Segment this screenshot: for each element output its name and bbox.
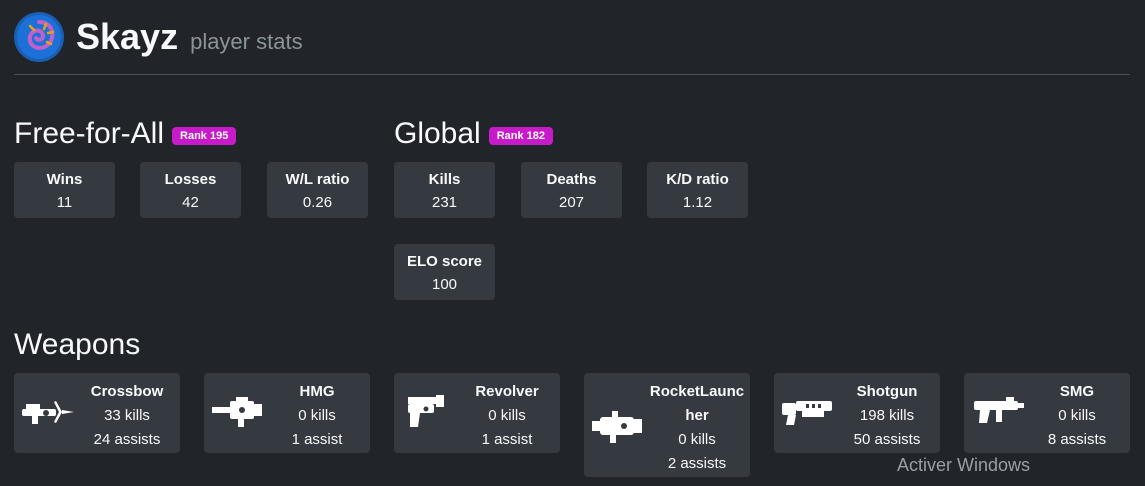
stat-label: W/L ratio [285,171,350,188]
weapon-card-smg: SMG 0 kills 8 assists [964,373,1130,453]
stat-label: Wins [46,171,83,188]
weapon-kills: 198 kills [859,407,915,424]
ffa-rank-badge: Rank 195 [172,127,237,145]
weapon-card-crossbow: Crossbow 33 kills 24 assists [14,373,180,453]
windows-activation-watermark: Activer Windows [897,455,1031,475]
stat-card-elo-score: ELO score 100 [394,244,495,300]
global-rank-badge: Rank 182 [488,127,554,145]
stat-value: 207 [558,194,585,211]
weapon-assists: 2 assists [667,455,727,472]
stat-card-losses: Losses 42 [140,162,241,218]
smg-icon [974,397,1024,423]
weapon-name: Revolver [475,383,539,400]
player-name: Skayz [76,16,179,57]
stat-value: 231 [431,194,458,211]
stat-value: 1.12 [682,194,713,211]
weapon-kills: 0 kills [1058,407,1096,424]
ffa-title: Free-for-All [14,117,165,150]
global-title: Global [394,117,481,150]
weapons-title: Weapons [14,328,141,361]
weapon-name: SMG [1059,383,1095,400]
weapon-kills: 0 kills [678,431,716,448]
weapon-name: Shotgun [856,383,918,400]
ffa-heading: Free-for-All Rank 195 [14,117,237,151]
header-divider [14,74,1130,75]
stat-label: Kills [428,171,461,188]
stat-card-wl-ratio: W/L ratio 0.26 [267,162,368,218]
weapon-kills: 0 kills [298,407,336,424]
stat-label: K/D ratio [666,171,729,188]
hmg-icon [212,397,262,427]
stat-card-kills: Kills 231 [394,162,495,218]
weapon-assists: 8 assists [1047,431,1107,448]
page-subtitle: player stats [190,29,303,54]
stat-card-deaths: Deaths 207 [521,162,622,218]
weapon-assists: 24 assists [93,431,161,448]
revolver-icon [408,395,444,427]
stat-value: 42 [182,194,199,211]
weapon-card-shotgun: Shotgun 198 kills 50 assists [774,373,940,453]
dragon-logo-icon [17,15,61,59]
weapon-assists: 1 assist [291,431,343,448]
stat-value: 100 [431,276,458,293]
weapon-assists: 50 assists [853,431,921,448]
weapon-card-hmg: HMG 0 kills 1 assist [204,373,370,453]
stat-value: 0.26 [302,194,333,211]
stat-label: Deaths [546,171,597,188]
weapon-assists: 1 assist [481,431,533,448]
weapon-card-rocket-launcher: RocketLauncher 0 kills 2 assists [584,373,750,477]
stat-label: Losses [164,171,217,188]
rocket-launcher-icon [592,411,642,443]
shotgun-icon [782,401,832,425]
weapon-name: RocketLauncher [649,383,745,424]
weapon-name: HMG [299,383,335,400]
stat-card-wins: Wins 11 [14,162,115,218]
stat-label: ELO score [406,253,483,270]
weapon-kills: 33 kills [104,407,150,424]
weapon-card-revolver: Revolver 0 kills 1 assist [394,373,560,453]
weapon-kills: 0 kills [488,407,526,424]
crossbow-icon [22,401,74,424]
weapon-name: Crossbow [90,383,164,400]
page-header: Skayz player stats [14,10,303,64]
avatar [14,12,64,62]
stat-card-kd-ratio: K/D ratio 1.12 [647,162,748,218]
weapons-heading: Weapons [14,328,140,362]
stat-value: 11 [56,194,73,211]
global-heading: Global Rank 182 [394,117,554,151]
